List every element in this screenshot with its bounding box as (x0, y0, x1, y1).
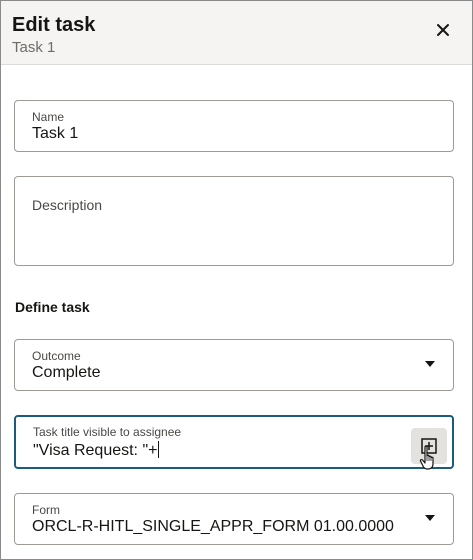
panel-header: Edit task Task 1 (1, 1, 472, 65)
task-title-field[interactable]: Task title visible to assignee "Visa Req… (14, 415, 454, 469)
close-button[interactable] (430, 17, 456, 43)
insert-expression-button[interactable] (411, 428, 447, 464)
name-field-value: Task 1 (32, 125, 79, 142)
form-select-value: ORCL-R-HITL_SINGLE_APPR_FORM 01.00.0000 (32, 518, 394, 535)
outcome-select[interactable]: Outcome Complete (14, 339, 454, 391)
task-title-field-value-row: "Visa Request: "+ (33, 441, 160, 461)
form-select[interactable]: Form ORCL-R-HITL_SINGLE_APPR_FORM 01.00.… (14, 493, 454, 545)
description-field-label: Description (32, 197, 103, 213)
text-cursor (158, 441, 160, 458)
panel-subtitle: Task 1 (12, 39, 56, 56)
name-field-label: Name (32, 110, 65, 124)
task-title-field-label: Task title visible to assignee (33, 425, 182, 439)
chevron-down-icon (425, 361, 435, 367)
close-icon (437, 24, 449, 36)
panel-title: Edit task (12, 14, 96, 36)
task-title-field-value: "Visa Request: "+ (33, 442, 158, 459)
chevron-down-icon (425, 515, 435, 521)
name-field[interactable]: Name Task 1 (14, 100, 454, 152)
form-select-label: Form (32, 503, 60, 517)
insert-expression-icon (421, 438, 437, 454)
description-field[interactable]: Description (14, 176, 454, 266)
define-task-heading: Define task (15, 299, 90, 315)
edit-task-panel: Edit task Task 1 Name Task 1 Description… (0, 0, 473, 560)
outcome-select-label: Outcome (32, 349, 81, 363)
outcome-select-value: Complete (32, 364, 101, 381)
